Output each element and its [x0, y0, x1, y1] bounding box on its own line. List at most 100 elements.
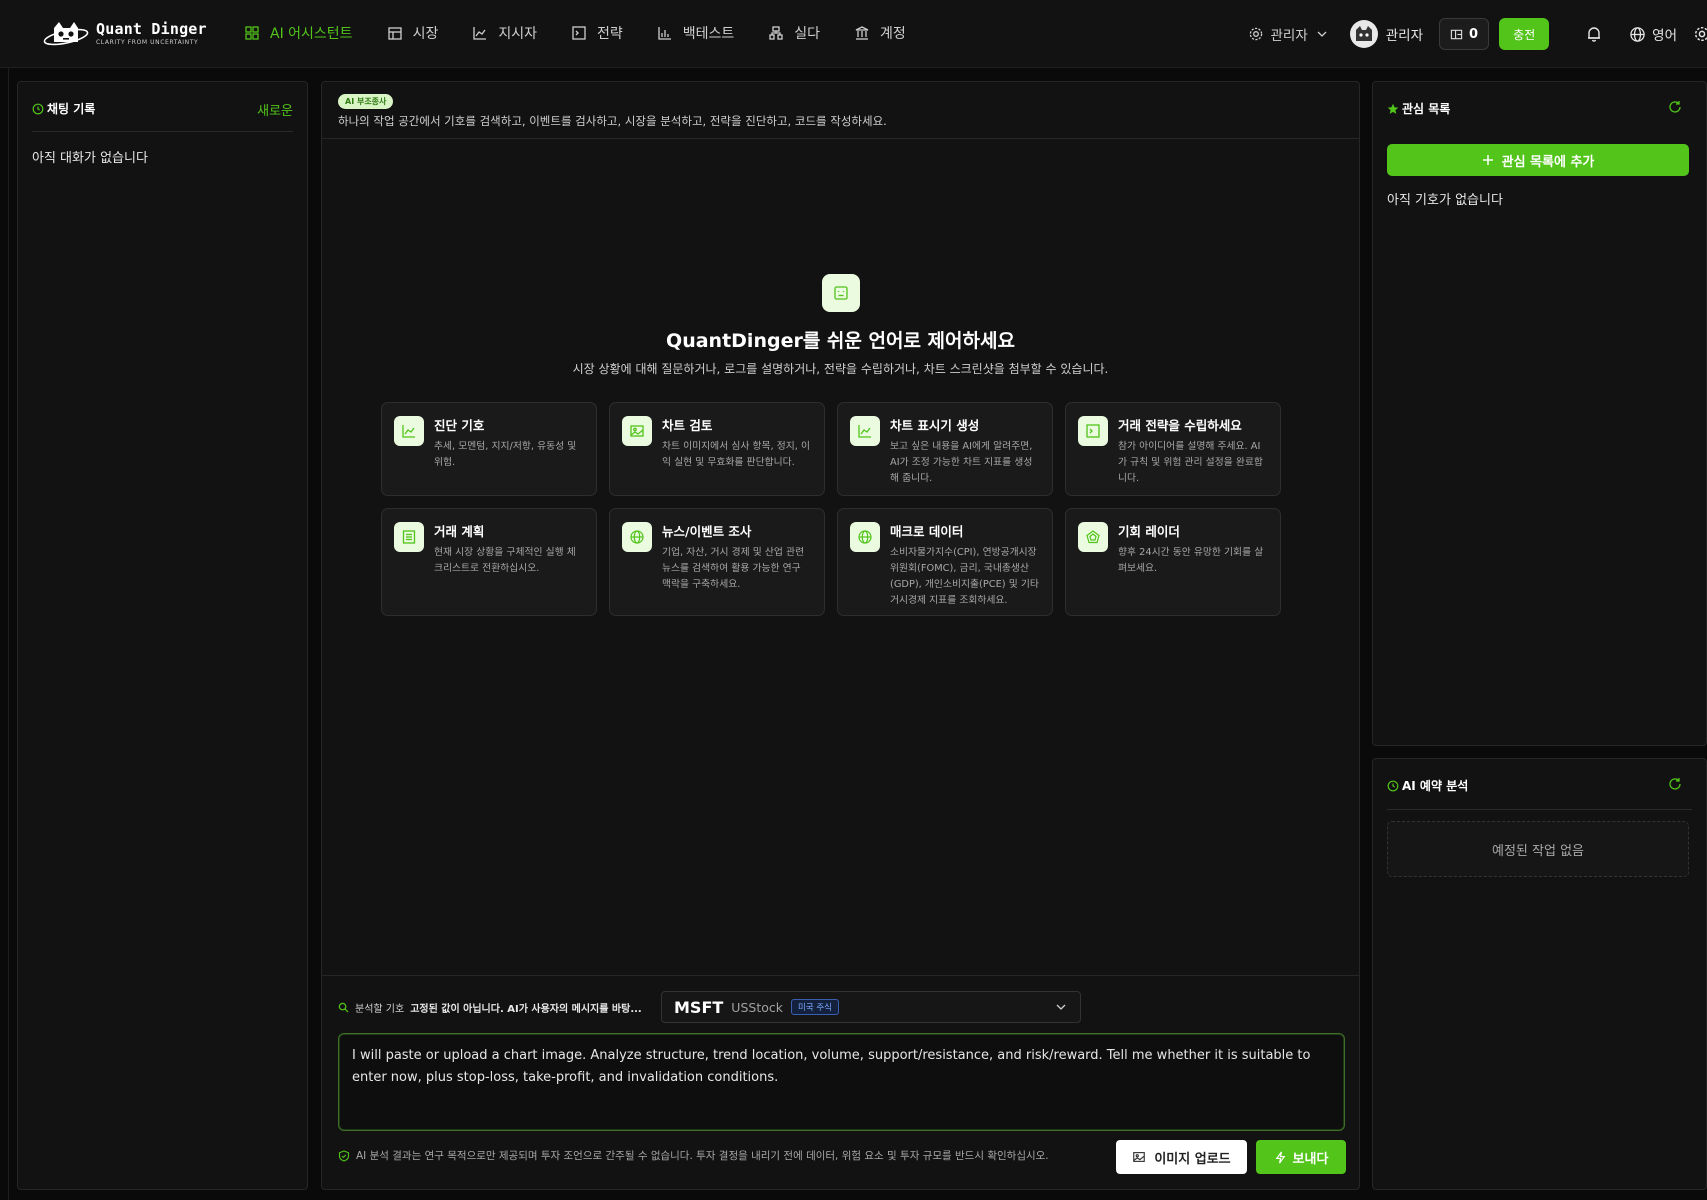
add-to-watchlist-label: 관심 목록에 추가: [1501, 154, 1595, 170]
watchlist-header: 관심 목록: [1387, 100, 1682, 132]
nav-item-market[interactable]: 시장: [387, 20, 439, 46]
image-icon: [1133, 1152, 1146, 1162]
robot-face-icon: [834, 286, 848, 300]
credit-balance[interactable]: 0: [1439, 18, 1490, 50]
card-diagnose-symbol[interactable]: 진단 기호 추세, 모멘텀, 지지/저항, 유동성 및 위험.: [381, 402, 597, 496]
avatar: [1349, 20, 1378, 48]
send-button[interactable]: 보내다: [1256, 1140, 1346, 1174]
ai-copilot-badge: AI 부조종사: [338, 94, 394, 109]
watchlist-empty: 아직 기호가 없습니다: [1387, 193, 1503, 208]
divider: [1387, 809, 1692, 810]
disclaimer-row: AI 분석 결과는 연구 목적으로만 제공되며 투자 조언으로 간주될 수 없습…: [338, 1148, 1049, 1163]
symbol-market: USStock: [731, 999, 783, 1015]
refresh-icon[interactable]: [1668, 100, 1682, 114]
upload-image-button[interactable]: 이미지 업로드: [1116, 1140, 1247, 1174]
card-title: 차트 표시기 생성: [890, 418, 980, 433]
brand-name: Quant Dinger: [96, 20, 207, 38]
globe-icon: [858, 530, 872, 544]
card-news-research[interactable]: 뉴스/이벤트 조사 기업, 자산, 거시 경제 및 산업 관련 뉴스를 검색하여…: [609, 508, 825, 616]
main-nav: AI 어시스턴트 시장 지시자 전략 백테스트 실다 계정: [244, 20, 940, 46]
nav-item-strategy[interactable]: 전략: [571, 20, 623, 46]
workspace-description: 하나의 작업 공간에서 기호를 검색하고, 이벤트를 검사하고, 시장을 분석하…: [338, 114, 887, 128]
card-icon-box: [850, 416, 880, 446]
scheduled-title: AI 예약 분석: [1402, 779, 1469, 793]
card-trading-plan[interactable]: 거래 계획 현재 시장 상황을 구체적인 실행 체크리스트로 전환하십시오.: [381, 508, 597, 616]
card-title: 거래 전략을 수립하세요: [1118, 418, 1242, 433]
card-desc: 차트 이미지에서 심사 항목, 정지, 이익 실현 및 무효화를 판단합니다.: [662, 441, 810, 468]
top-right-controls: 관리자 관리자 0 충전 영어: [1248, 18, 1707, 50]
scheduled-analysis-panel: AI 예약 분석 예정된 작업 없음: [1372, 758, 1707, 1190]
card-desc: 향후 24시간 동안 유망한 기회를 살펴보세요.: [1118, 547, 1264, 574]
sitemap-icon: [769, 26, 783, 40]
card-desc: 추세, 모멘텀, 지지/저항, 유동성 및 위험.: [434, 441, 577, 468]
add-to-watchlist-button[interactable]: 관심 목록에 추가: [1387, 144, 1689, 176]
symbol-select[interactable]: MSFT USStock 미국 주식: [661, 991, 1081, 1023]
nav-label: 지시자: [498, 26, 537, 42]
clock-icon: [1387, 780, 1399, 791]
wallet-icon: [1450, 29, 1463, 39]
card-icon-box: [394, 522, 424, 552]
watchlist-panel: 관심 목록 관심 목록에 추가 아직 기호가 없습니다: [1372, 81, 1707, 746]
card-icon-box: [850, 522, 880, 552]
prompt-input[interactable]: I will paste or upload a chart image. An…: [338, 1033, 1345, 1131]
watchlist-title: 관심 목록: [1402, 102, 1451, 116]
new-chat-link[interactable]: 새로운: [257, 100, 293, 119]
nav-label: 시장: [412, 26, 439, 42]
nav-item-ai-assistant[interactable]: AI 어시스턴트: [244, 20, 353, 46]
grid-icon: [245, 26, 259, 40]
settings-gear-icon[interactable]: [1693, 25, 1707, 43]
card-title: 거래 계획: [434, 524, 485, 539]
language-label: 영어: [1652, 28, 1677, 44]
nav-label: 전략: [596, 26, 623, 42]
card-generate-indicator[interactable]: 차트 표시기 생성 보고 싶은 내용을 AI에게 알려주면, AI가 조정 가능…: [837, 402, 1053, 496]
language-selector[interactable]: 영어: [1629, 24, 1677, 44]
shield-check-icon: [338, 1149, 350, 1162]
symbol-hint: 고정된 값이 아닙니다. AI가 사용자의 메시지를 바탕...: [410, 1004, 642, 1015]
user-profile[interactable]: 관리자: [1349, 20, 1424, 48]
brand-logo[interactable]: Quant Dinger CLARITY FROM UNCERTAINTY: [42, 16, 207, 50]
disclaimer-text: AI 분석 결과는 연구 목적으로만 제공되며 투자 조언으로 간주될 수 없습…: [356, 1150, 1049, 1162]
scheduled-header: AI 예약 분석: [1387, 777, 1682, 809]
card-icon-box: [622, 416, 652, 446]
nav-item-indicator[interactable]: 지시자: [472, 20, 537, 46]
assistant-hero-icon: [822, 274, 860, 312]
terminal-icon: [1086, 424, 1100, 438]
quick-action-cards: 진단 기호 추세, 모멘텀, 지지/저항, 유동성 및 위험. 차트 검토 차트…: [381, 402, 1281, 616]
symbol-label: 분석할 기호: [355, 1004, 405, 1015]
send-label: 보내다: [1292, 1151, 1329, 1167]
search-icon: [338, 1002, 349, 1013]
bell-icon[interactable]: [1585, 25, 1603, 43]
chat-history-title: 채팅 기록: [47, 102, 96, 116]
globe-icon: [1630, 26, 1645, 42]
workspace-header: AI 부조종사 하나의 작업 공간에서 기호를 검색하고, 이벤트를 검사하고,…: [322, 82, 1359, 139]
card-desc: 보고 싶은 내용을 AI에게 알려주면, AI가 조정 가능한 차트 지표를 생…: [890, 441, 1033, 484]
user-name: 관리자: [1385, 28, 1424, 44]
chat-history-header: 채팅 기록 새로운: [32, 100, 293, 132]
nav-label: 계정: [880, 26, 906, 42]
card-title: 차트 검토: [662, 418, 713, 433]
card-opportunity-radar[interactable]: 기회 레이더 향후 24시간 동안 유망한 기회를 살펴보세요.: [1065, 508, 1281, 616]
card-macro-data[interactable]: 매크로 데이터 소비자물가지수(CPI), 연방공개시장위원회(FOMC), 금…: [837, 508, 1053, 616]
nav-item-backtest[interactable]: 백테스트: [657, 20, 734, 46]
composer-area: 분석할 기호 고정된 값이 아닙니다. AI가 사용자의 메시지를 바탕... …: [322, 975, 1359, 1189]
nav-item-account[interactable]: 계정: [854, 20, 906, 46]
nav-label: AI 어시스턴트: [270, 26, 353, 42]
admin-menu[interactable]: 관리자: [1248, 24, 1329, 44]
line-chart-icon: [402, 425, 415, 438]
scheduled-empty-box: 예정된 작업 없음: [1387, 821, 1689, 877]
nav-item-live[interactable]: 실다: [768, 20, 820, 46]
refresh-icon[interactable]: [1668, 777, 1682, 791]
upload-label: 이미지 업로드: [1154, 1151, 1231, 1167]
line-chart-icon: [473, 27, 487, 40]
chat-history-empty: 아직 대화가 없습니다: [32, 151, 148, 166]
card-title: 기회 레이더: [1118, 524, 1180, 539]
hero-subtitle: 시장 상황에 대해 질문하거나, 로그를 설명하거나, 전략을 수립하거나, 차…: [572, 362, 1109, 376]
card-chart-review[interactable]: 차트 검토 차트 이미지에서 심사 항목, 정지, 이익 실현 및 무효화를 판…: [609, 402, 825, 496]
globe-icon: [630, 530, 644, 544]
recharge-button[interactable]: 충전: [1499, 18, 1550, 50]
card-build-strategy[interactable]: 거래 전략을 수립하세요 참가 아이디어를 설명해 주세요. AI가 규칙 및 …: [1065, 402, 1281, 496]
line-chart-icon: [858, 425, 871, 438]
card-icon-box: [1078, 416, 1108, 446]
admin-menu-label: 관리자: [1270, 28, 1308, 44]
card-desc: 소비자물가지수(CPI), 연방공개시장위원회(FOMC), 금리, 국내총생산…: [890, 547, 1039, 606]
